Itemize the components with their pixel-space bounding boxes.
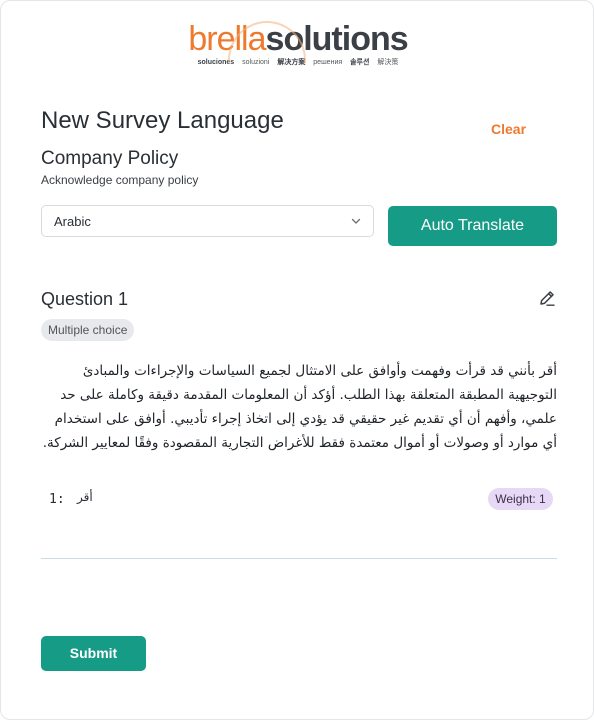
option-text: أقر [77, 490, 93, 504]
question-text: أقر بأنني قد قرأت وفهمت وأوافق على الامت… [42, 363, 557, 451]
logo-tagline-item: решения [313, 59, 343, 66]
question-type-badge: Multiple choice [41, 319, 135, 341]
logo-tagline-item: 解決策 [377, 59, 399, 66]
survey-language-card: brellasolutions soluciones soluzioni 解决方… [0, 0, 594, 720]
auto-translate-button[interactable]: Auto Translate [388, 206, 557, 246]
logo-tagline-item: 솔루션 [350, 59, 370, 66]
option-index: 1: [49, 492, 65, 507]
policy-title: Company Policy [41, 148, 179, 169]
chevron-down-icon [351, 218, 361, 224]
weight-badge: Weight: 1 [488, 488, 553, 510]
section-divider [41, 558, 557, 559]
question-title: Question 1 [41, 289, 129, 309]
clear-button[interactable]: Clear [491, 121, 526, 137]
language-select-value: Arabic [54, 214, 91, 229]
edit-icon[interactable] [538, 289, 556, 307]
logo-wordmark: brellasolutions [188, 19, 409, 63]
brella-solutions-logo: brellasolutions soluciones soluzioni 解决方… [1, 19, 594, 67]
submit-button[interactable]: Submit [41, 636, 146, 671]
policy-subtitle: Acknowledge company policy [41, 173, 199, 187]
language-select[interactable]: Arabic [41, 205, 374, 237]
page-title: New Survey Language [41, 107, 284, 134]
